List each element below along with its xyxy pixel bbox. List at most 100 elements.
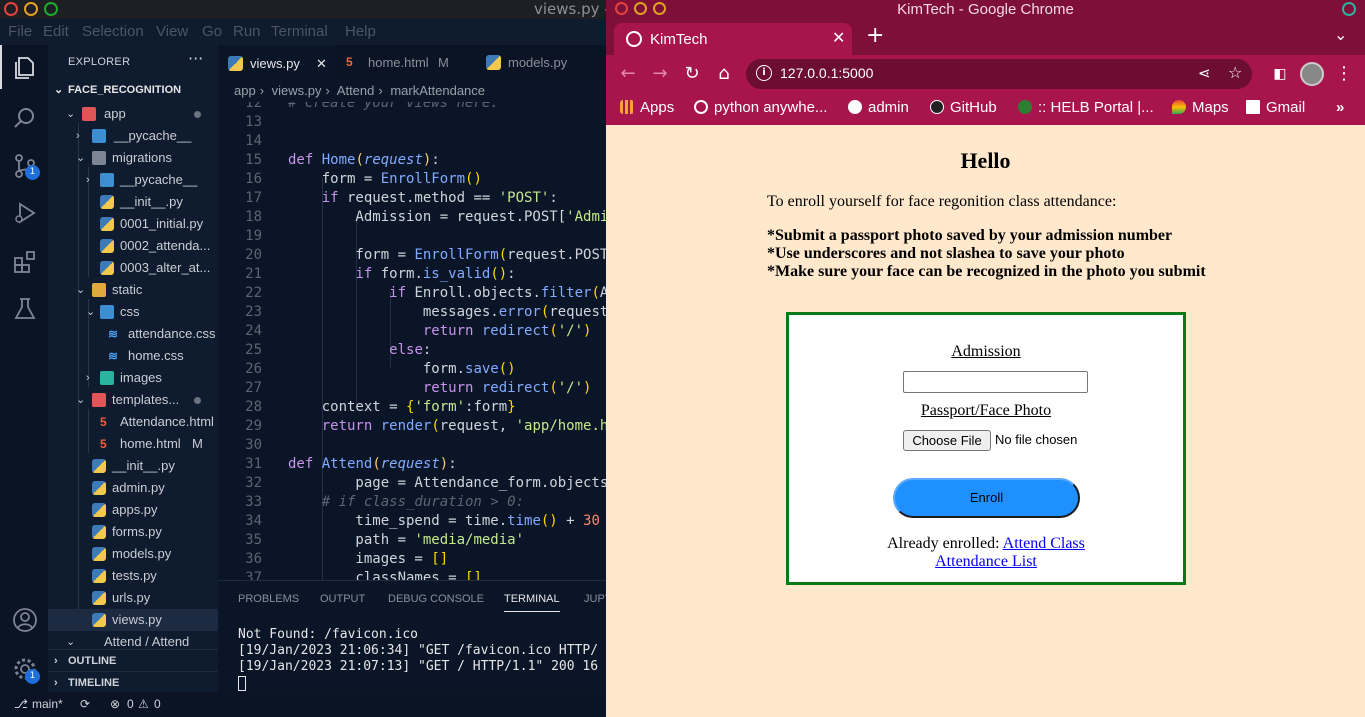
tree-file[interactable]: tests.py xyxy=(48,565,218,587)
home-icon[interactable]: ⌂ xyxy=(714,64,734,84)
menu-run[interactable]: Run xyxy=(233,23,261,40)
tab-home-html[interactable]: 5 home.html M xyxy=(336,45,476,80)
tree-file[interactable]: 0002_attenda... xyxy=(48,235,218,257)
bookmark-apps[interactable]: Apps xyxy=(620,99,674,116)
bookmark-star-icon[interactable]: ☆ xyxy=(1228,63,1242,82)
address-bar[interactable]: i 127.0.0.1:5000 ⋖ ☆ xyxy=(746,59,1252,89)
tree-file[interactable]: 0003_alter_at... xyxy=(48,257,218,279)
explorer-more-icon[interactable]: ··· xyxy=(188,49,203,68)
breadcrumb-item[interactable]: markAttendance xyxy=(390,83,485,98)
git-branch[interactable]: main* xyxy=(32,697,63,711)
chrome-menu-icon[interactable]: ⋮ xyxy=(1334,64,1354,84)
bookmark-gmail[interactable]: Gmail xyxy=(1246,99,1305,116)
menu-selection[interactable]: Selection xyxy=(82,23,144,40)
tree-file[interactable]: admin.py xyxy=(48,477,218,499)
close-window-button[interactable] xyxy=(4,2,18,16)
tree-file[interactable]: apps.py xyxy=(48,499,218,521)
tree-folder-templates[interactable]: ⌄ templates... xyxy=(48,389,218,411)
admission-input[interactable] xyxy=(903,371,1088,393)
window-control-icon[interactable] xyxy=(1342,2,1356,16)
share-icon[interactable]: ⋖ xyxy=(1198,64,1211,82)
menu-view[interactable]: View xyxy=(156,23,188,40)
tree-file[interactable]: ≋ home.css xyxy=(48,345,218,367)
browser-tab[interactable]: KimTech ✕ xyxy=(614,23,852,55)
attendance-list-link[interactable]: Attendance List xyxy=(789,553,1183,571)
account-icon[interactable] xyxy=(12,607,38,633)
warning-count[interactable]: 0 xyxy=(154,697,161,711)
tree-folder-migrations[interactable]: ⌄ migrations xyxy=(48,147,218,169)
testing-flask-icon[interactable] xyxy=(12,296,38,322)
tree-file[interactable]: urls.py xyxy=(48,587,218,609)
error-count[interactable]: 0 xyxy=(127,697,134,711)
profile-avatar[interactable] xyxy=(1300,62,1324,86)
explorer-icon[interactable] xyxy=(12,55,38,81)
tree-folder-css[interactable]: ⌄ css xyxy=(48,301,218,323)
maximize-window-button[interactable] xyxy=(44,2,58,16)
panel-tab-jupyter[interactable]: JUPY xyxy=(584,593,606,605)
code-editor[interactable]: 12 # Create your views here. 13 14 15 def Hom… xyxy=(218,102,606,580)
modified-dot xyxy=(194,397,201,404)
attend-class-link[interactable]: Attend Class xyxy=(1003,535,1085,552)
menubar: File Edit Selection View Go Run Terminal… xyxy=(0,19,606,45)
more-bookmarks-icon[interactable]: » xyxy=(1336,99,1344,116)
tree-file[interactable]: __init__.py xyxy=(48,191,218,213)
line-number: 23 xyxy=(245,304,262,320)
tree-folder-app[interactable]: ⌄ app xyxy=(48,103,218,125)
tree-label: home.html xyxy=(120,436,181,451)
choose-file-button[interactable]: Choose File xyxy=(903,430,991,451)
panel-tab-debug-console[interactable]: DEBUG CONSOLE xyxy=(388,593,484,605)
breadcrumb-item[interactable]: app xyxy=(234,83,256,98)
menu-terminal[interactable]: Terminal xyxy=(271,23,328,40)
enroll-button[interactable]: Enroll xyxy=(893,478,1080,518)
breadcrumb-item[interactable]: views.py xyxy=(272,83,322,98)
tree-file[interactable]: 5 Attendance.html xyxy=(48,411,218,433)
tab-search-chevron-icon[interactable]: ⌄ xyxy=(1334,25,1347,44)
code-text: context = {'form':form} xyxy=(288,399,516,415)
outline-section[interactable]: › OUTLINE xyxy=(48,649,218,671)
bookmark-github[interactable]: GitHub xyxy=(930,99,997,116)
folder-app-icon xyxy=(82,107,96,121)
tree-folder-images[interactable]: › images xyxy=(48,367,218,389)
close-tab-icon[interactable]: ✕ xyxy=(832,28,845,47)
forward-arrow-icon[interactable]: → xyxy=(650,64,670,84)
new-tab-button[interactable]: + xyxy=(866,23,884,48)
tree-file[interactable]: ≋ attendance.css xyxy=(48,323,218,345)
side-panel-icon[interactable]: ◧ xyxy=(1270,64,1290,84)
panel-tab-terminal[interactable]: TERMINAL xyxy=(504,593,560,612)
tree-file[interactable]: __init__.py xyxy=(48,455,218,477)
close-tab-icon[interactable]: ✕ xyxy=(316,46,327,81)
menu-help[interactable]: Help xyxy=(345,23,376,40)
minimize-window-button[interactable] xyxy=(24,2,38,16)
tree-file[interactable]: 0001_initial.py xyxy=(48,213,218,235)
tree-folder-pycache[interactable]: › __pycache__ xyxy=(48,125,218,147)
back-arrow-icon[interactable]: ← xyxy=(618,64,638,84)
project-root[interactable]: ⌄ FACE_RECOGNITION xyxy=(48,79,218,101)
tree-file[interactable]: models.py xyxy=(48,543,218,565)
panel-tab-output[interactable]: OUTPUT xyxy=(320,593,365,605)
menu-go[interactable]: Go xyxy=(202,23,222,40)
site-info-icon[interactable]: i xyxy=(756,65,772,81)
panel-tab-problems[interactable]: PROBLEMS xyxy=(238,593,299,605)
bookmark-admin[interactable]: admin xyxy=(848,99,909,116)
bookmark-maps[interactable]: Maps xyxy=(1172,99,1229,116)
menu-file[interactable]: File xyxy=(8,23,32,40)
breadcrumb-item[interactable]: Attend xyxy=(337,83,375,98)
tab-models-py[interactable]: models.py xyxy=(476,45,606,80)
reload-icon[interactable]: ↻ xyxy=(682,64,702,84)
tree-folder-static[interactable]: ⌄ static xyxy=(48,279,218,301)
tab-views-py[interactable]: views.py ✕ xyxy=(218,45,336,80)
tree-file[interactable]: 5 home.html M xyxy=(48,433,218,455)
run-debug-icon[interactable] xyxy=(12,200,38,226)
search-icon[interactable] xyxy=(12,105,38,131)
bookmark-python[interactable]: python anywhe... xyxy=(694,99,827,116)
bookmark-label: admin xyxy=(868,99,909,116)
tree-file[interactable]: forms.py xyxy=(48,521,218,543)
tree-folder-pycache-2[interactable]: › __pycache__ xyxy=(48,169,218,191)
sync-icon[interactable]: ⟳ xyxy=(80,697,90,711)
tree-file-selected[interactable]: views.py xyxy=(48,609,218,631)
bookmark-helb[interactable]: :: HELB Portal |... xyxy=(1018,99,1154,116)
menu-edit[interactable]: Edit xyxy=(43,23,69,40)
bookmark-label: Apps xyxy=(640,99,675,116)
timeline-section[interactable]: › TIMELINE xyxy=(48,671,218,693)
extensions-icon[interactable] xyxy=(12,249,38,275)
